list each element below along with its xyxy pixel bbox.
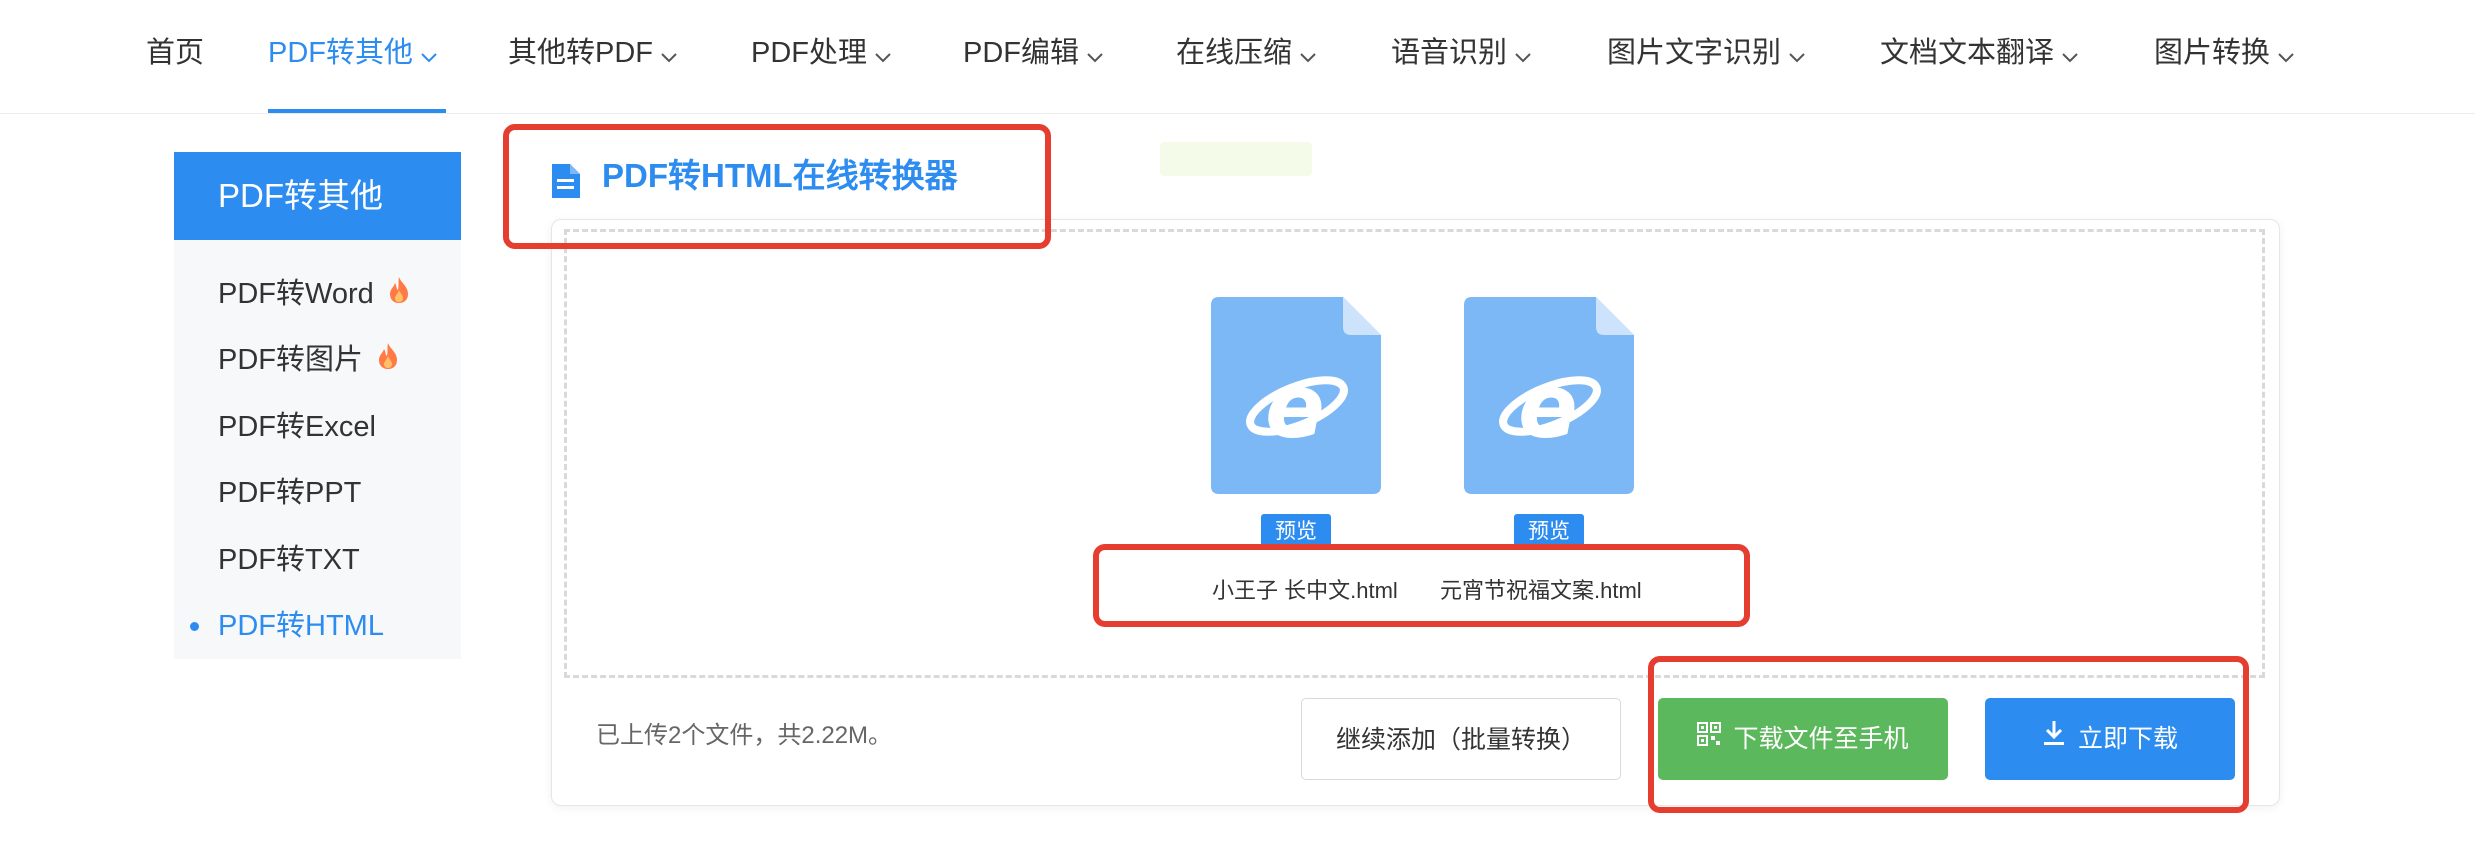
chevron-down-icon [1789,1,1805,107]
sidebar-title: PDF转其他 [174,152,461,240]
nav-item-label: 文档文本翻译 [1880,37,2055,69]
nav-item-image-convert[interactable]: 图片转换 [2154,0,2294,113]
sidebar-item-label: PDF转HTML [218,610,384,642]
sidebar-item-label: PDF转PPT [218,477,362,509]
chevron-down-icon [2278,1,2294,107]
ie-file-icon: e [1464,297,1634,499]
nav-item-online-compress[interactable]: 在线压缩 [1176,0,1316,113]
nav-item-pdf-to-other[interactable]: PDF转其他 [268,0,446,113]
chevron-down-icon [1515,1,1531,107]
chevron-down-icon [2062,1,2078,107]
fire-icon [377,336,399,386]
chevron-down-icon [1087,1,1103,107]
nav-item-label: 首页 [146,37,205,69]
nav-item-speech-recognition[interactable]: 语音识别 [1391,0,1531,113]
nav-item-label: 在线压缩 [1176,37,1293,69]
ie-file-icon: e [1211,297,1381,499]
nav-item-label: PDF编辑 [963,37,1080,69]
chevron-down-icon [661,1,677,107]
sidebar-item-pdf-to-ppt[interactable]: PDF转PPT [218,468,361,518]
nav-item-image-ocr[interactable]: 图片文字识别 [1607,0,1805,113]
chevron-down-icon [1300,1,1316,107]
nav-item-doc-translate[interactable]: 文档文本翻译 [1880,0,2078,113]
chevron-down-icon [875,1,891,107]
sidebar: PDF转其他 PDF转Word PDF转图片 PDF转Excel PDF转PPT… [174,152,461,659]
nav-item-pdf-process[interactable]: PDF处理 [751,0,891,113]
sidebar-item-pdf-to-html[interactable]: PDF转HTML [218,601,384,651]
sidebar-item-pdf-to-image[interactable]: PDF转图片 [218,335,399,385]
upload-summary: 已上传2个文件，共2.22M。 [596,722,893,749]
chevron-down-icon [421,1,437,107]
svg-text:e: e [1265,355,1325,458]
nav-item-other-to-pdf[interactable]: 其他转PDF [508,0,677,113]
svg-text:e: e [1518,355,1578,458]
top-navigation: 首页 PDF转其他 其他转PDF PDF处理 PDF编辑 在线压缩 语音识别 图… [0,0,2475,114]
fire-icon [388,270,410,320]
nav-item-label: PDF转其他 [268,37,414,69]
sidebar-item-label: PDF转图片 [218,344,364,376]
annotation-box-title [503,124,1051,249]
sidebar-item-label: PDF转TXT [218,544,360,576]
sidebar-item-label: PDF转Excel [218,411,376,443]
sidebar-item-pdf-to-txt[interactable]: PDF转TXT [218,535,360,585]
nav-item-label: 图片文字识别 [1607,37,1782,69]
nav-item-pdf-edit[interactable]: PDF编辑 [963,0,1103,113]
active-indicator-dot [190,622,199,631]
nav-item-label: 图片转换 [2154,37,2271,69]
faint-highlight [1160,142,1312,176]
sidebar-item-pdf-to-word[interactable]: PDF转Word [218,269,410,319]
nav-item-label: PDF处理 [751,37,868,69]
nav-item-label: 语音识别 [1391,37,1508,69]
nav-item-label: 其他转PDF [508,37,654,69]
annotation-box-buttons [1648,656,2249,813]
sidebar-item-pdf-to-excel[interactable]: PDF转Excel [218,402,376,452]
sidebar-item-label: PDF转Word [218,278,374,310]
annotation-box-filenames [1093,544,1750,627]
nav-item-home[interactable]: 首页 [146,0,204,113]
continue-add-button[interactable]: 继续添加（批量转换） [1301,698,1621,780]
